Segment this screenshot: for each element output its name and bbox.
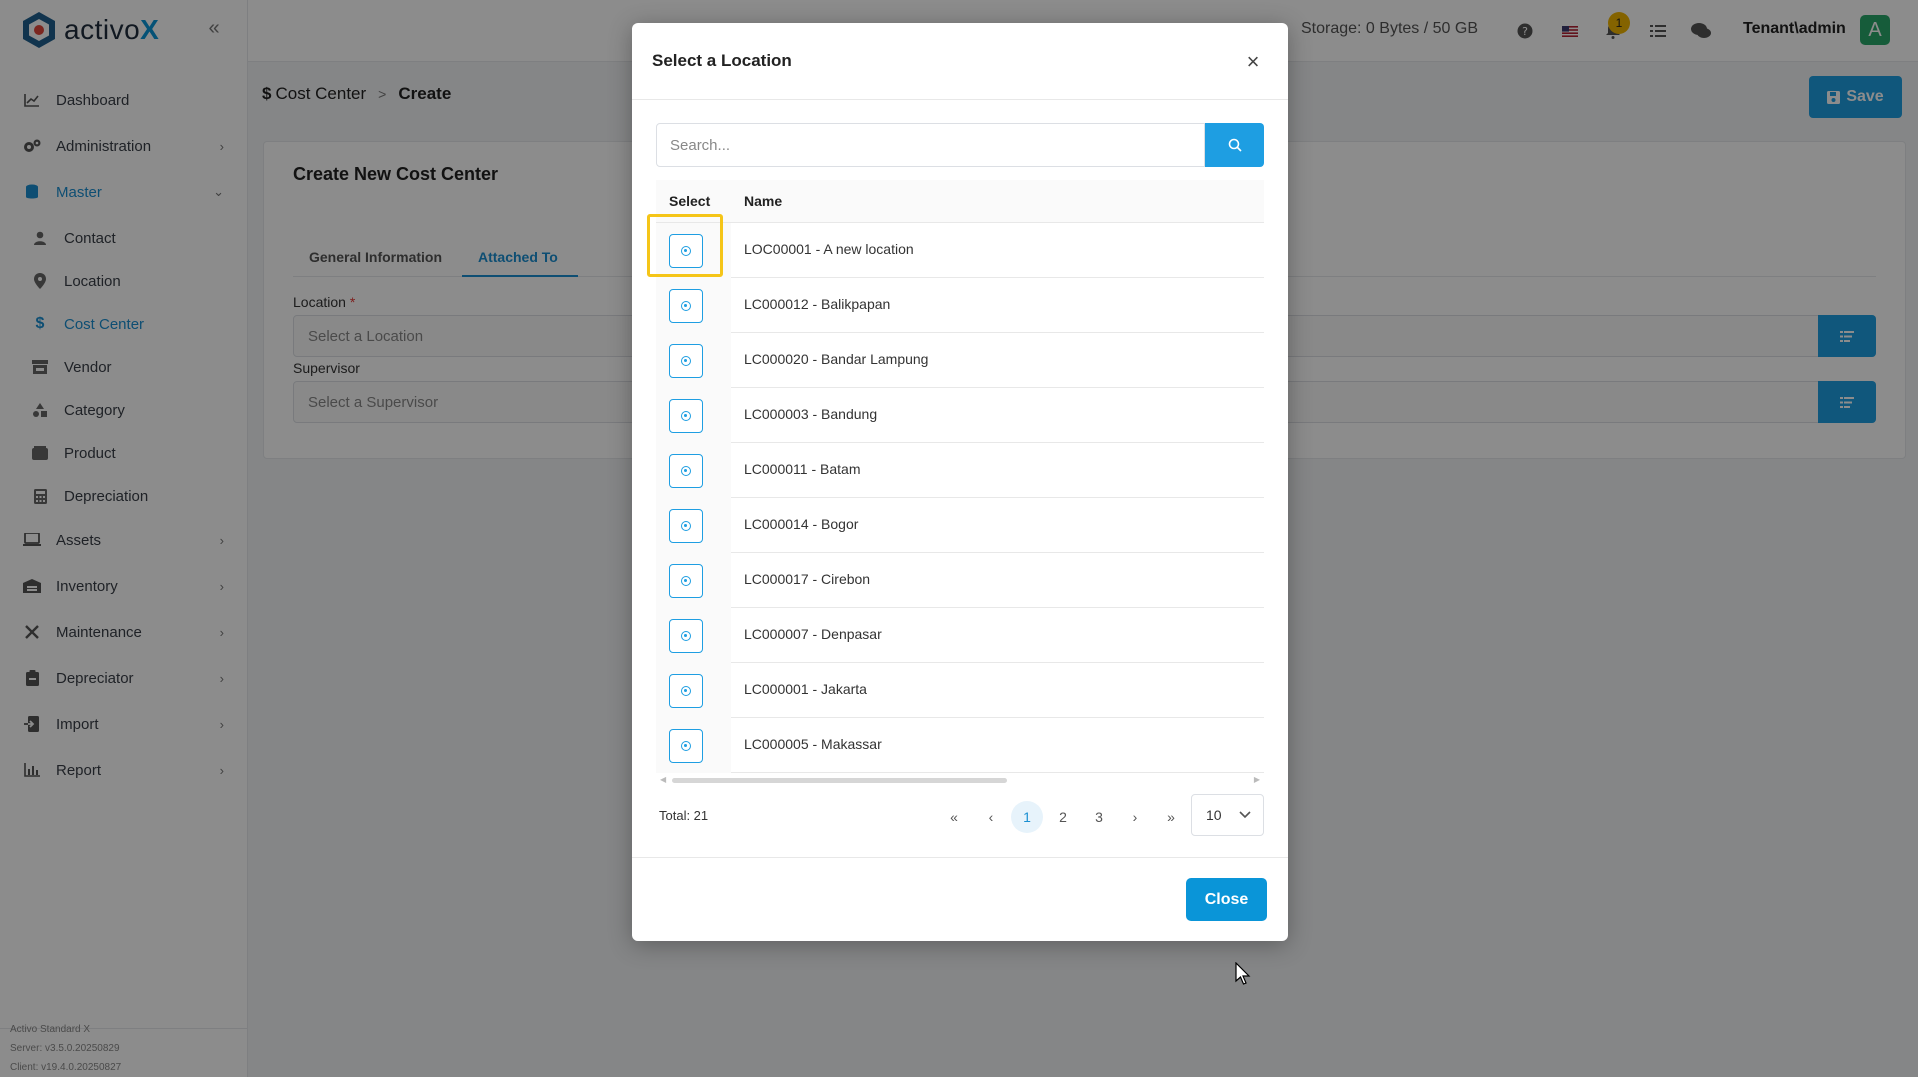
radio-dot-icon	[681, 576, 691, 586]
radio-dot-icon	[681, 521, 691, 531]
scrollbar-thumb[interactable]	[672, 778, 1007, 783]
page-button-1[interactable]: 1	[1011, 801, 1043, 833]
table-row: LC000007 - Denpasar	[656, 608, 1264, 663]
horizontal-scrollbar[interactable]: ◀ ▶	[656, 775, 1264, 785]
radio-dot-icon	[681, 741, 691, 751]
page-size-value: 10	[1206, 807, 1222, 823]
radio-dot-icon	[681, 301, 691, 311]
select-cell	[656, 498, 731, 553]
location-name: LC000007 - Denpasar	[744, 626, 882, 642]
search-icon	[1228, 138, 1242, 152]
location-name: LC000003 - Bandung	[744, 406, 878, 422]
table-row: LOC00001 - A new location	[656, 223, 1264, 278]
select-row-button[interactable]	[669, 674, 703, 708]
focus-highlight	[647, 214, 723, 277]
table-row: LC000001 - Jakarta	[656, 663, 1264, 718]
select-row-button[interactable]	[669, 564, 703, 598]
scroll-left-arrow-icon[interactable]: ◀	[660, 775, 666, 784]
page-button-3[interactable]: 3	[1084, 799, 1114, 835]
modal-footer-divider	[632, 857, 1288, 858]
scroll-right-arrow-icon[interactable]: ▶	[1254, 775, 1260, 784]
select-cell	[656, 443, 731, 498]
table-row: LC000003 - Bandung	[656, 388, 1264, 443]
modal-title: Select a Location	[652, 51, 792, 70]
close-button[interactable]: Close	[1186, 878, 1267, 921]
location-search-input[interactable]: Search...	[656, 123, 1205, 167]
location-name: LC000012 - Balikpapan	[744, 296, 891, 312]
select-row-button[interactable]	[669, 289, 703, 323]
table-header: Select Name	[656, 180, 1264, 223]
table-row: LC000020 - Bandar Lampung	[656, 333, 1264, 388]
select-row-button[interactable]	[669, 399, 703, 433]
radio-dot-icon	[681, 356, 691, 366]
select-row-button[interactable]	[669, 729, 703, 763]
first-page-icon[interactable]: «	[939, 799, 969, 835]
next-page-icon[interactable]: ›	[1120, 799, 1150, 835]
location-name: LOC00001 - A new location	[744, 241, 914, 257]
select-cell	[656, 388, 731, 443]
chevron-down-icon	[1239, 806, 1251, 822]
select-cell	[656, 278, 731, 333]
select-row-button[interactable]	[669, 509, 703, 543]
radio-dot-icon	[681, 411, 691, 421]
search-button[interactable]	[1205, 123, 1264, 167]
location-name: LC000020 - Bandar Lampung	[744, 351, 929, 367]
last-page-icon[interactable]: »	[1156, 799, 1186, 835]
location-name: LC000001 - Jakarta	[744, 681, 867, 697]
select-row-button[interactable]	[669, 454, 703, 488]
page-button-2[interactable]: 2	[1048, 799, 1078, 835]
select-location-modal: Select a Location × Search... Select Nam…	[632, 23, 1288, 941]
select-cell	[656, 553, 731, 608]
radio-dot-icon	[681, 631, 691, 641]
search-placeholder: Search...	[670, 137, 731, 154]
select-cell	[656, 718, 731, 773]
location-name: LC000011 - Batam	[744, 461, 861, 477]
table-row: LC000012 - Balikpapan	[656, 278, 1264, 333]
table-row: LC000011 - Batam	[656, 443, 1264, 498]
modal-header-divider	[632, 99, 1288, 100]
select-row-button[interactable]	[669, 619, 703, 653]
table-row: LC000005 - Makassar	[656, 718, 1264, 773]
prev-page-icon[interactable]: ‹	[976, 799, 1006, 835]
column-header-name[interactable]: Name	[744, 193, 782, 209]
location-name: LC000017 - Cirebon	[744, 571, 871, 587]
select-row-button[interactable]	[669, 344, 703, 378]
radio-dot-icon	[681, 686, 691, 696]
close-icon[interactable]: ×	[1241, 50, 1265, 74]
select-cell	[656, 608, 731, 663]
select-cell	[656, 663, 731, 718]
location-name: LC000014 - Bogor	[744, 516, 859, 532]
select-cell	[656, 333, 731, 388]
page-size-select[interactable]: 10	[1191, 794, 1264, 836]
table-row: LC000017 - Cirebon	[656, 553, 1264, 608]
radio-dot-icon	[681, 466, 691, 476]
location-name: LC000005 - Makassar	[744, 736, 882, 752]
table-row: LC000014 - Bogor	[656, 498, 1264, 553]
mouse-cursor-icon	[1235, 962, 1251, 985]
total-count: Total: 21	[659, 808, 709, 823]
column-header-select: Select	[669, 193, 711, 209]
